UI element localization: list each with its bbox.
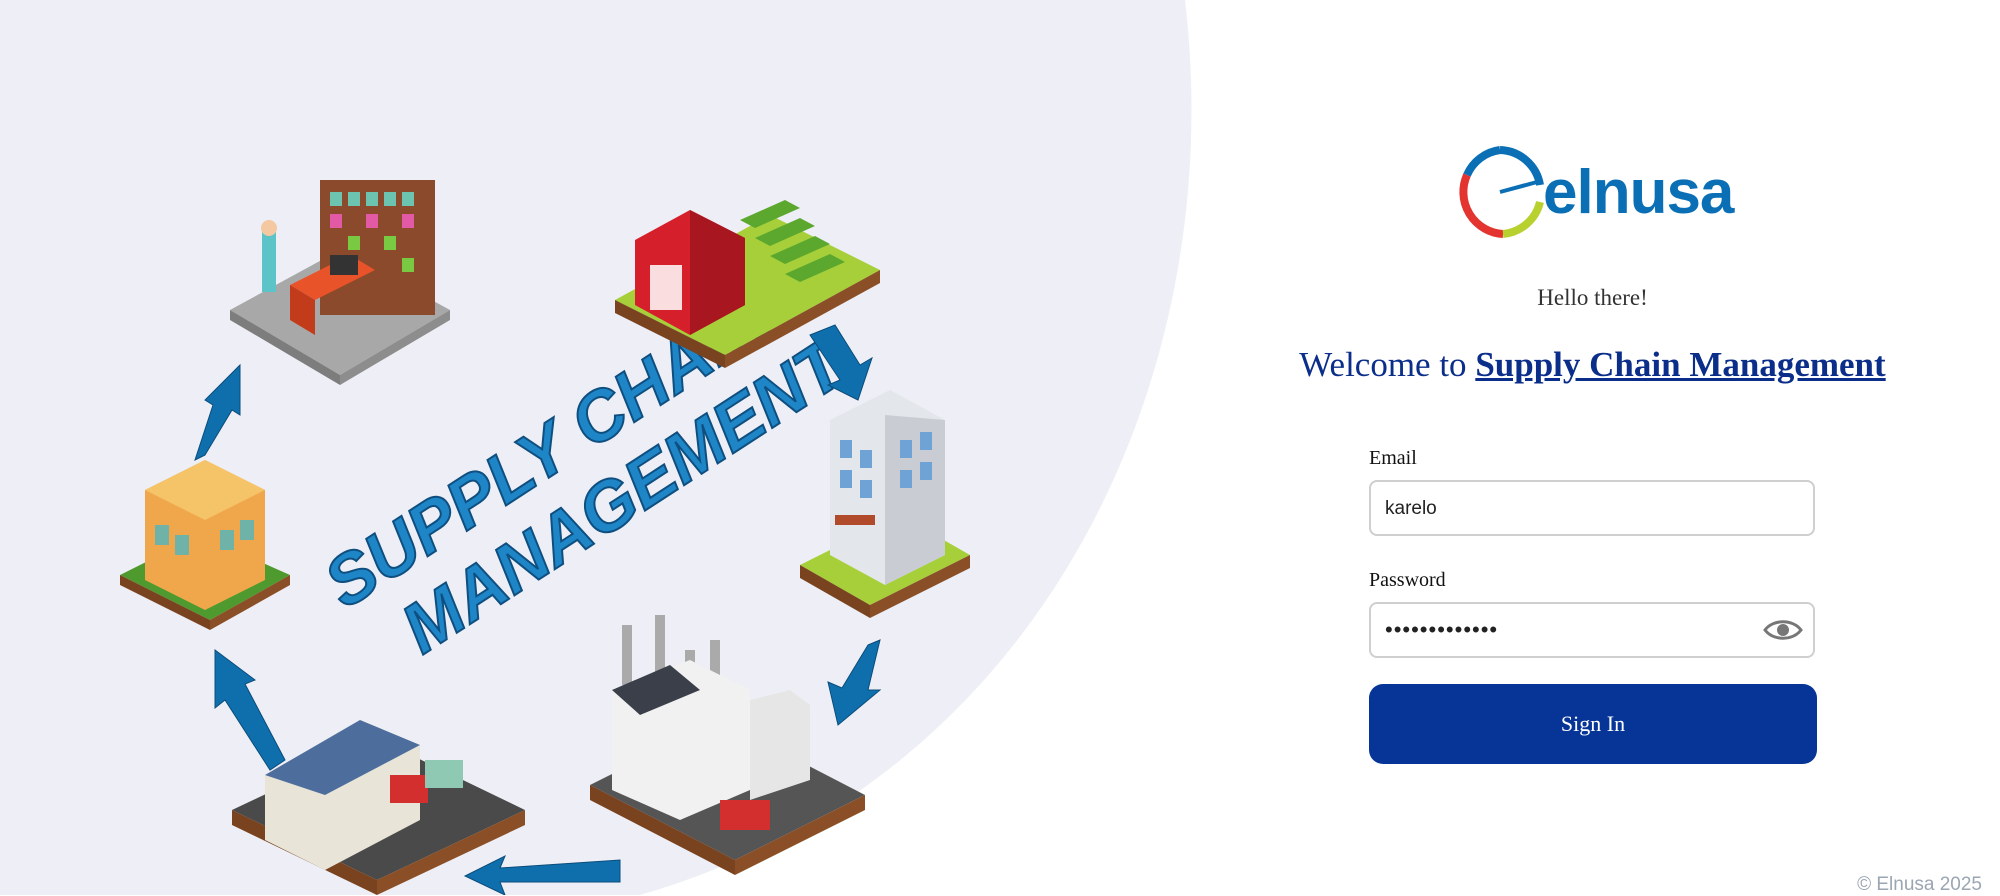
- app-name-link[interactable]: Supply Chain Management: [1475, 345, 1885, 384]
- eye-icon[interactable]: [1763, 616, 1803, 644]
- hero-illustration: SUPPLY CHAIN MANAGEMENT: [0, 0, 1300, 895]
- sign-in-button[interactable]: Sign In: [1369, 684, 1817, 764]
- logo-ring-icon: [1459, 146, 1544, 238]
- logo-wordmark: elnusa: [1543, 158, 1734, 227]
- password-label: Password: [1369, 569, 1446, 591]
- copyright-text: © Elnusa 2025: [1857, 874, 1982, 895]
- password-value: •••••••••••••: [1385, 617, 1499, 642]
- greeting-text: Hello there!: [1537, 285, 1648, 310]
- login-panel: elnusa Hello there! Welcome to Supply Ch…: [1185, 0, 2000, 895]
- welcome-prefix: Welcome to: [1299, 345, 1476, 384]
- elnusa-logo: elnusa: [1455, 140, 1755, 240]
- email-value: karelo: [1385, 498, 1437, 519]
- password-field[interactable]: •••••••••••••: [1369, 602, 1815, 658]
- welcome-heading: Welcome to Supply Chain Management: [1185, 345, 2000, 385]
- email-label: Email: [1369, 447, 1417, 469]
- email-field[interactable]: karelo: [1369, 480, 1815, 536]
